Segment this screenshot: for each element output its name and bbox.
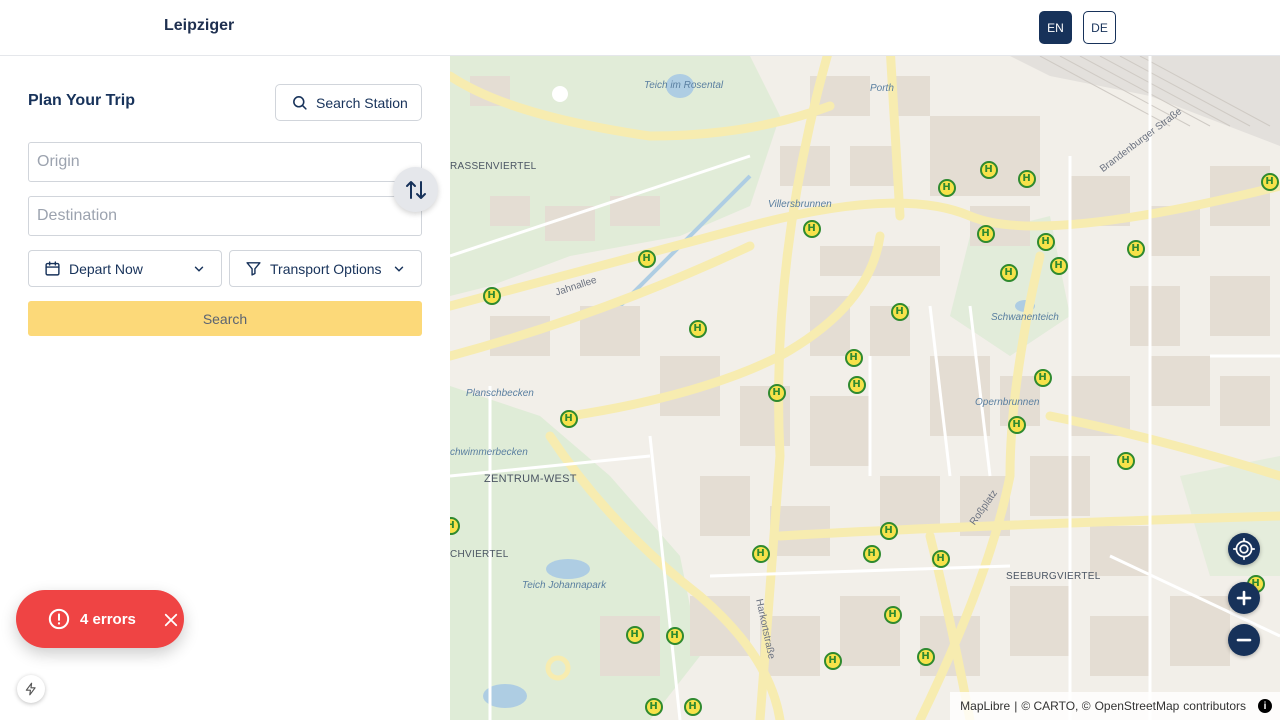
error-count-label: 4 errors xyxy=(80,611,136,628)
bus-stop-marker[interactable] xyxy=(884,606,902,624)
close-icon[interactable] xyxy=(162,611,180,629)
bus-stop-marker[interactable] xyxy=(938,179,956,197)
error-toast[interactable]: 4 errors xyxy=(16,590,184,648)
bus-stop-marker[interactable] xyxy=(977,225,995,243)
calendar-icon xyxy=(45,261,60,276)
bus-stop-marker[interactable] xyxy=(932,550,950,568)
map-label: SEEBURGVIERTEL xyxy=(1006,571,1101,582)
info-icon[interactable]: i xyxy=(1258,699,1272,713)
map-label: chwimmerbecken xyxy=(450,447,528,458)
map-label: ZENTRUM-WEST xyxy=(484,473,577,485)
attribution-carto: © CARTO, © xyxy=(1021,699,1091,713)
alert-circle-icon xyxy=(48,608,70,630)
bus-stop-marker[interactable] xyxy=(824,652,842,670)
search-station-button[interactable]: Search Station xyxy=(275,84,422,121)
destination-input[interactable]: Destination xyxy=(28,196,422,236)
bus-stop-marker[interactable] xyxy=(980,161,998,179)
transport-options-dropdown[interactable]: Transport Options xyxy=(229,250,422,287)
attribution-separator: | xyxy=(1014,699,1018,713)
map-label: CHVIERTEL xyxy=(450,549,509,560)
transport-options-label: Transport Options xyxy=(270,260,382,277)
bus-stop-marker[interactable] xyxy=(845,349,863,367)
bus-stop-marker[interactable] xyxy=(666,627,684,645)
language-de-button[interactable]: DE xyxy=(1083,11,1116,44)
chevron-down-icon xyxy=(394,266,404,272)
bus-stop-marker[interactable] xyxy=(803,220,821,238)
origin-input[interactable]: Origin xyxy=(28,142,422,182)
bus-stop-marker[interactable] xyxy=(1008,416,1026,434)
depart-time-label: Depart Now xyxy=(69,260,143,277)
attribution-osm-link[interactable]: OpenStreetMap xyxy=(1095,699,1180,713)
zoom-out-button[interactable] xyxy=(1228,624,1260,656)
attribution-maplibre-link[interactable]: MapLibre xyxy=(960,699,1010,713)
bus-stop-marker[interactable] xyxy=(1261,173,1279,191)
map-label: Teich im Rosental xyxy=(644,80,724,91)
map-view[interactable]: Teich im Rosental Porth Brandenburger St… xyxy=(450,56,1280,720)
language-en-button[interactable]: EN xyxy=(1039,11,1072,44)
chevron-down-icon xyxy=(194,266,204,272)
bus-stop-marker[interactable] xyxy=(689,320,707,338)
map-label: Opernbrunnen xyxy=(975,397,1040,408)
bus-stop-marker[interactable] xyxy=(863,545,881,563)
depart-time-dropdown[interactable]: Depart Now xyxy=(28,250,222,287)
bus-stop-marker[interactable] xyxy=(1018,170,1036,188)
plan-trip-title: Plan Your Trip xyxy=(28,92,135,109)
lightning-icon xyxy=(25,682,36,696)
minus-icon xyxy=(1236,638,1252,642)
map-attribution: MapLibre | © CARTO, © OpenStreetMap cont… xyxy=(950,692,1280,720)
bus-stop-marker[interactable] xyxy=(848,376,866,394)
bus-stop-marker[interactable] xyxy=(917,648,935,666)
plus-icon xyxy=(1236,590,1252,606)
search-station-label: Search Station xyxy=(316,94,408,111)
bus-stop-marker[interactable] xyxy=(1127,240,1145,258)
bus-stop-marker[interactable] xyxy=(1117,452,1135,470)
bus-stop-marker[interactable] xyxy=(645,698,663,716)
bus-stop-marker[interactable] xyxy=(1034,369,1052,387)
swap-locations-button[interactable] xyxy=(393,167,438,212)
search-button[interactable]: Search xyxy=(28,301,422,336)
map-label: Schwanenteich xyxy=(991,312,1059,323)
bus-stop-marker[interactable] xyxy=(768,384,786,402)
crosshair-icon xyxy=(1233,538,1255,560)
bus-stop-marker[interactable] xyxy=(626,626,644,644)
dev-tools-button[interactable] xyxy=(17,675,45,703)
map-label: Porth xyxy=(870,83,894,94)
app-header: Leipziger EN DE xyxy=(0,0,1280,56)
bus-stop-marker[interactable] xyxy=(560,410,578,428)
bus-stop-marker[interactable] xyxy=(1000,264,1018,282)
map-label: RASSENVIERTEL xyxy=(450,161,537,172)
attribution-contributors: contributors xyxy=(1183,699,1246,713)
app-brand[interactable]: Leipziger xyxy=(164,17,234,35)
zoom-in-button[interactable] xyxy=(1228,582,1260,614)
bus-stop-marker[interactable] xyxy=(752,545,770,563)
bus-stop-marker[interactable] xyxy=(880,522,898,540)
bus-stop-marker[interactable] xyxy=(891,303,909,321)
map-label: Planschbecken xyxy=(466,388,534,399)
bus-stop-marker[interactable] xyxy=(1050,257,1068,275)
bus-stop-marker[interactable] xyxy=(1037,233,1055,251)
bus-stop-marker[interactable] xyxy=(638,250,656,268)
filter-icon xyxy=(246,262,261,276)
bus-stop-marker[interactable] xyxy=(483,287,501,305)
map-label: Teich Johannapark xyxy=(522,580,607,591)
bus-stop-marker[interactable] xyxy=(684,698,702,716)
swap-icon xyxy=(405,180,426,199)
map-label: Villersbrunnen xyxy=(768,199,832,210)
locate-me-button[interactable] xyxy=(1228,533,1260,565)
search-icon xyxy=(293,96,307,110)
